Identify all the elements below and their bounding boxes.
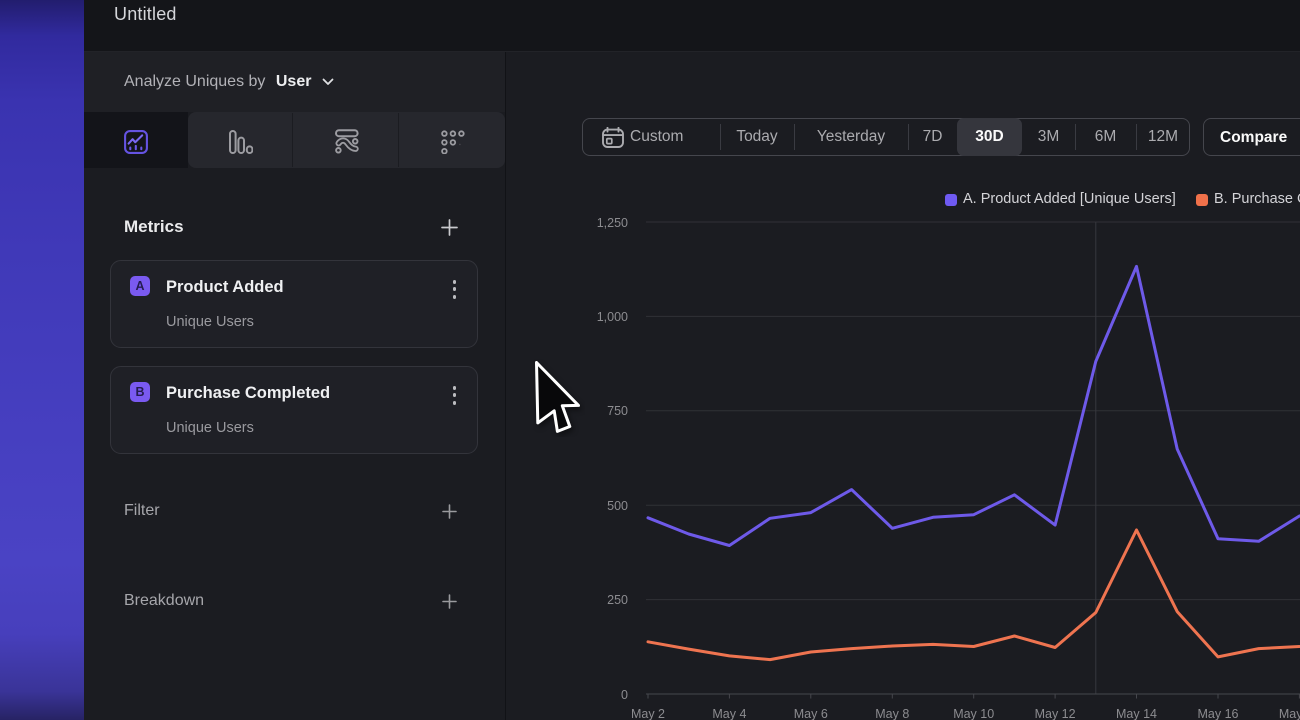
svg-text:0: 0: [621, 688, 628, 702]
svg-text:May 10: May 10: [953, 707, 994, 720]
svg-text:1,000: 1,000: [597, 310, 628, 324]
svg-text:750: 750: [607, 404, 628, 418]
svg-text:May 8: May 8: [875, 707, 909, 720]
svg-text:May 2: May 2: [631, 707, 665, 720]
svg-text:250: 250: [607, 593, 628, 607]
svg-text:May 18: May 18: [1279, 707, 1300, 720]
svg-text:May 12: May 12: [1035, 707, 1076, 720]
svg-text:500: 500: [607, 499, 628, 513]
svg-text:May 16: May 16: [1198, 707, 1239, 720]
svg-text:May 4: May 4: [712, 707, 746, 720]
svg-text:May 6: May 6: [794, 707, 828, 720]
svg-text:1,250: 1,250: [597, 216, 628, 230]
svg-text:May 14: May 14: [1116, 707, 1157, 720]
